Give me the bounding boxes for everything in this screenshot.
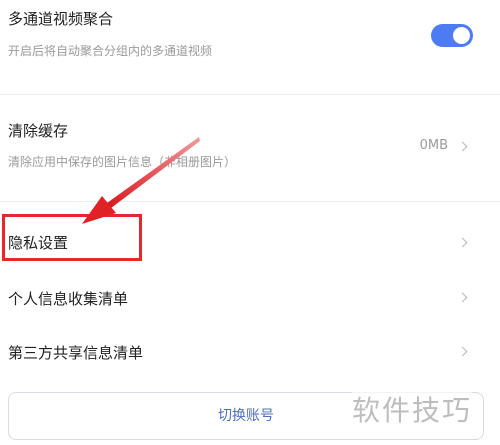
arrow-icon	[82, 137, 200, 224]
watermark-text: 软件技巧	[352, 389, 473, 429]
settings-page: 多通道视频聚合 开启后将自动聚合分组内的多通道视频 清除缓存 清除应用中保存的图…	[0, 0, 500, 445]
